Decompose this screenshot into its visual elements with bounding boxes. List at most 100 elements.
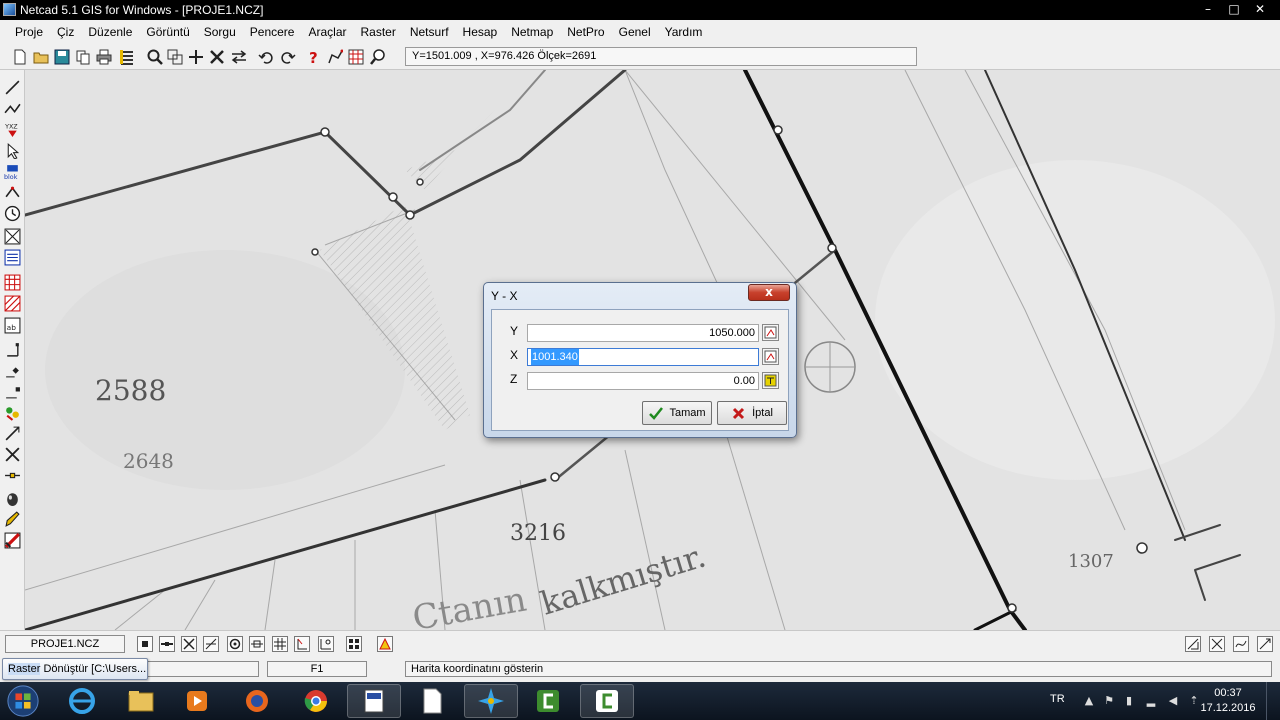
signal-bars-icon[interactable]: ▂ [1144,694,1158,708]
raster-tool-icon[interactable] [3,531,22,550]
volume-icon[interactable]: ◀ [1166,694,1180,708]
polyline-tool-icon[interactable] [326,48,344,66]
globe-mouse-icon[interactable] [3,489,22,508]
taskbar-blank-doc[interactable] [405,684,459,718]
menu-netsurf[interactable]: Netsurf [403,20,456,44]
arrows-swap-icon[interactable] [230,48,248,66]
text-list-icon[interactable] [3,248,22,267]
tray-expand-icon[interactable]: ▲ [1082,694,1096,708]
pick-elevation-button[interactable] [762,372,779,389]
pan-cross-icon[interactable] [187,48,205,66]
taskbar-media-player[interactable] [170,684,224,718]
battery-icon[interactable]: ▮ [1122,694,1136,708]
print-icon[interactable] [95,48,113,66]
layer-selector[interactable]: PROJE1.NCZ [5,635,125,653]
block-insert-icon[interactable]: blok [3,162,22,181]
open-folder-icon[interactable] [32,48,50,66]
color-pick-icon[interactable] [3,403,22,422]
warning-triangle-icon[interactable] [377,636,393,652]
language-indicator[interactable]: TR [1050,693,1065,705]
z-coordinate-input[interactable]: 0.00 [527,372,759,390]
undo-icon[interactable] [257,48,275,66]
polyline-draw-icon[interactable] [3,99,22,118]
grid-toggle-icon[interactable] [272,636,288,652]
start-button[interactable] [4,683,42,719]
menu-hesap[interactable]: Hesap [456,20,505,44]
taskbar-chrome[interactable] [289,684,343,718]
clock-date[interactable]: 17.12.2016 [1198,702,1258,714]
measure-toggle-icon[interactable] [318,636,334,652]
menu-pencere[interactable]: Pencere [243,20,302,44]
zoom-extents-icon[interactable] [208,48,226,66]
intersection-icon[interactable] [3,227,22,246]
hatch-grid-icon[interactable] [3,273,22,292]
pointer-pick-icon[interactable] [3,141,22,160]
delete-cross-icon[interactable] [3,445,22,464]
close-button[interactable]: ✕ [1252,2,1268,16]
arc-tool-icon[interactable] [3,183,22,202]
tool-c-icon[interactable] [1233,636,1249,652]
layers-list-icon[interactable] [118,48,136,66]
menu-sorgu[interactable]: Sorgu [197,20,243,44]
taskbar-camtasia[interactable] [521,684,575,718]
y-coordinate-input[interactable]: 1050.000 [527,324,759,342]
ortho-toggle-icon[interactable] [294,636,310,652]
hatch-fill-icon[interactable] [3,294,22,313]
line-tool-icon[interactable] [3,78,22,97]
menu-duzenle[interactable]: Düzenle [81,20,139,44]
snap-midpoint-icon[interactable] [159,636,175,652]
dialog-close-button[interactable]: x [748,284,790,301]
zoom-window-icon[interactable] [166,48,184,66]
menu-goruntu[interactable]: Görüntü [139,20,196,44]
menu-raster[interactable]: Raster [354,20,403,44]
tool-b-icon[interactable] [1209,636,1225,652]
help-question-icon[interactable]: ? [305,48,323,66]
diagonal-line-icon[interactable] [3,424,22,443]
title-bar[interactable]: Netcad 5.1 GIS for Windows - [PROJE1.NCZ… [0,0,1280,20]
x-coordinate-input[interactable]: 1001.340 [527,348,759,366]
save-icon[interactable] [53,48,71,66]
menu-yardim[interactable]: Yardım [658,20,710,44]
paint-brush-icon[interactable] [3,510,22,529]
new-file-icon[interactable] [11,48,29,66]
tile-view-icon[interactable] [346,636,362,652]
clock-circle-icon[interactable] [3,204,22,223]
taskbar-firefox[interactable] [230,684,284,718]
menu-netpro[interactable]: NetPro [560,20,611,44]
pick-point-button[interactable] [762,348,779,365]
maximize-button[interactable]: □ [1226,2,1242,16]
snap-perpendicular-icon[interactable] [203,636,219,652]
snap-line-icon[interactable] [3,466,22,485]
yxz-point-icon[interactable]: YXZ [3,120,22,139]
taskbar-camtasia-recorder[interactable] [580,684,634,718]
taskbar-explorer[interactable] [114,684,168,718]
dimension-icon[interactable] [3,340,22,359]
taskbar-netcad-doc[interactable] [347,684,401,718]
text-label-icon[interactable]: ab [3,316,22,335]
zoom-icon[interactable] [146,48,164,66]
taskbar-netcad[interactable] [464,684,518,718]
copy-icon[interactable] [74,48,92,66]
grid-map-icon[interactable] [347,48,365,66]
snap-center-icon[interactable] [227,636,243,652]
menu-genel[interactable]: Genel [612,20,658,44]
clock-time[interactable]: 00:37 [1198,687,1258,699]
tool-a-icon[interactable] [1185,636,1201,652]
minimize-button[interactable]: – [1200,2,1216,16]
snap-nearest-icon[interactable] [249,636,265,652]
vertex-edit-icon[interactable] [3,361,22,380]
network-alert-icon[interactable]: ⚑ [1102,694,1116,708]
cancel-button[interactable]: İptal [717,401,787,425]
ok-button[interactable]: Tamam [642,401,712,425]
show-desktop-button[interactable] [1266,682,1280,720]
taskbar-ie[interactable] [55,684,109,718]
snap-square-icon[interactable] [137,636,153,652]
find-icon[interactable] [369,48,387,66]
pick-point-button[interactable] [762,324,779,341]
menu-netmap[interactable]: Netmap [504,20,560,44]
redo-icon[interactable] [279,48,297,66]
tool-d-icon[interactable] [1257,636,1273,652]
menu-ciz[interactable]: Çiz [50,20,81,44]
menu-proje[interactable]: Proje [8,20,50,44]
corner-point-icon[interactable] [3,382,22,401]
